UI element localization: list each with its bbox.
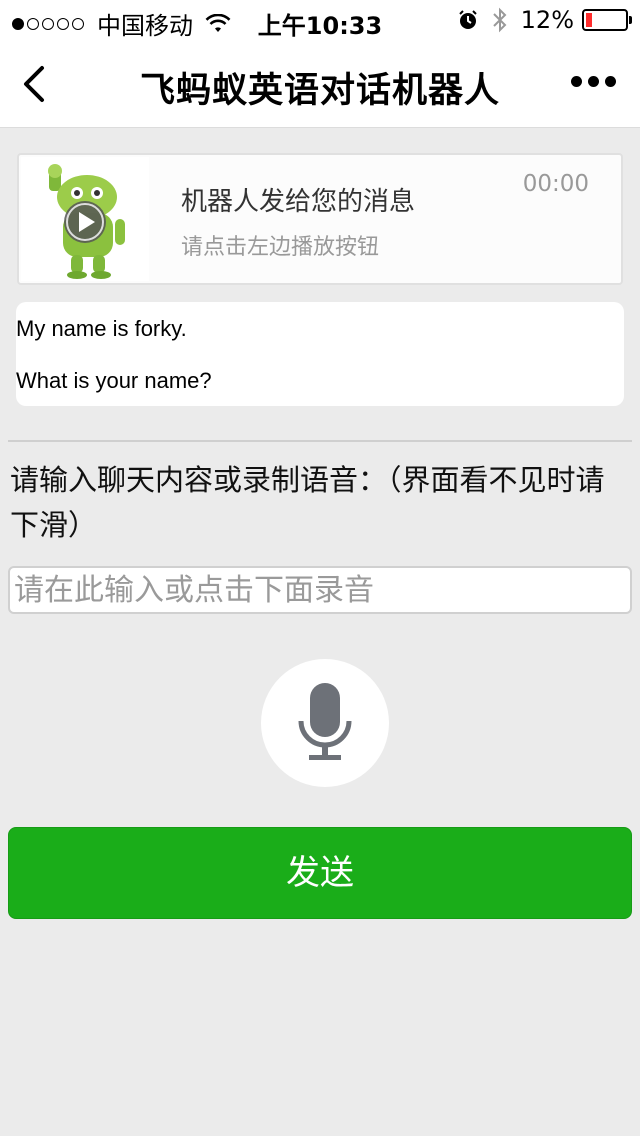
bluetooth-icon <box>492 7 507 33</box>
audio-subtitle: 请点击左边播放按钮 <box>181 235 380 260</box>
audio-title: 机器人发给您的消息 <box>181 187 416 217</box>
status-bar: 中国移动 上午10:33 12% <box>0 0 640 40</box>
send-button[interactable]: 发送 <box>8 827 632 919</box>
nav-bar: 飞蚂蚁英语对话机器人 <box>0 40 640 128</box>
robot-image <box>48 164 125 279</box>
page-title: 飞蚂蚁英语对话机器人 <box>139 71 500 111</box>
message-bubble: My name is forky. What is your name? <box>16 302 624 406</box>
message-line: What is your name? <box>16 368 212 393</box>
input-prompt-label: 请输入聊天内容或录制语音：（界面看不见时请下滑） <box>10 463 605 542</box>
status-right: 12% <box>457 6 632 34</box>
chat-input[interactable] <box>8 566 632 614</box>
microphone-icon <box>298 683 352 760</box>
audio-message-card: 机器人发给您的消息 请点击左边播放按钮 00:00 <box>17 153 623 285</box>
alarm-icon <box>458 10 477 29</box>
back-icon[interactable] <box>20 64 60 104</box>
audio-duration: 00:00 <box>522 171 589 197</box>
battery-percent: 12% <box>520 6 574 34</box>
more-icon[interactable] <box>565 76 616 87</box>
battery-icon <box>582 9 632 31</box>
record-button[interactable] <box>261 659 389 787</box>
robot-thumbnail <box>21 157 149 281</box>
message-line: My name is forky. <box>16 316 187 341</box>
divider <box>8 440 632 442</box>
